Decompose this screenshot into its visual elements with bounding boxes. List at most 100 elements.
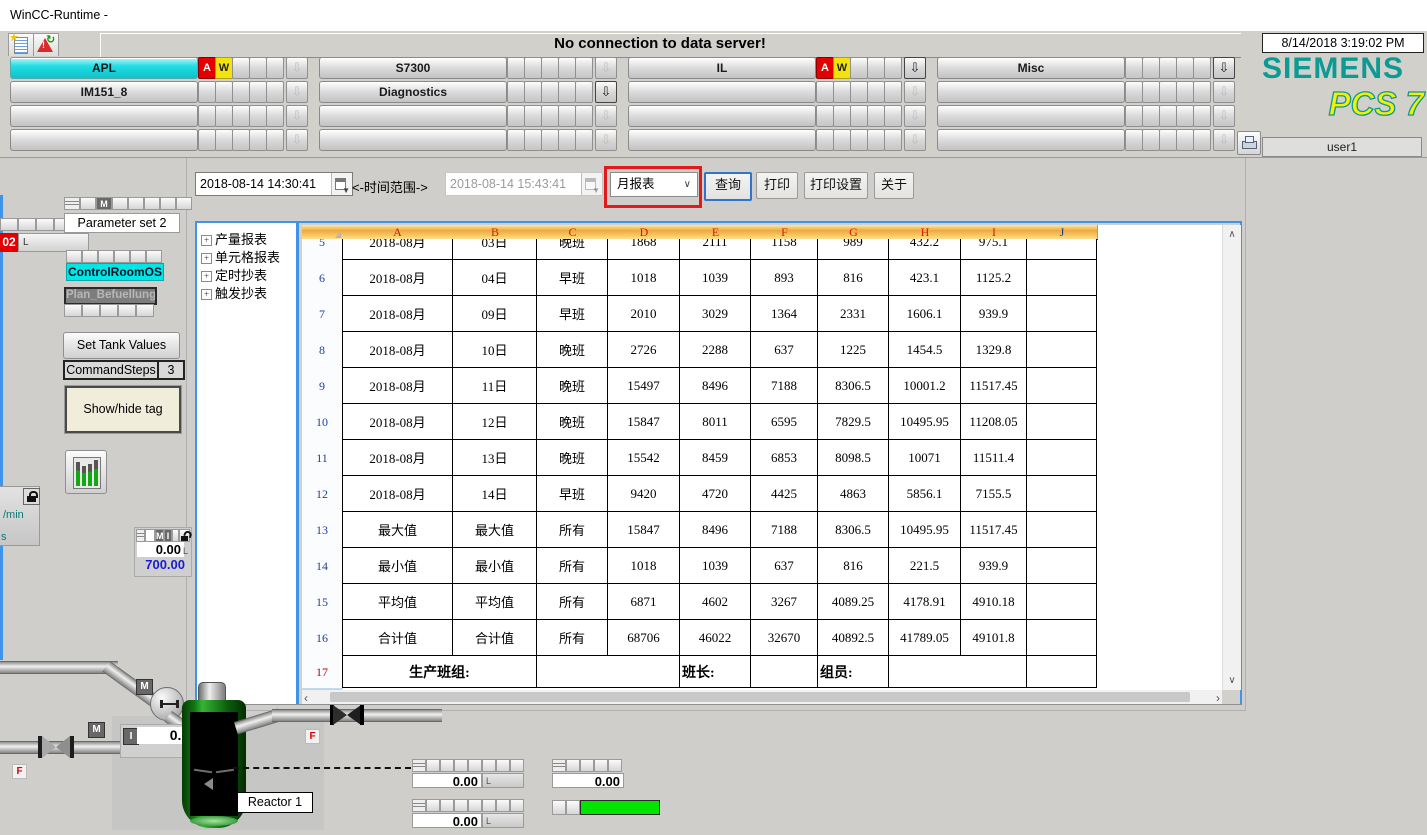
cell-D9[interactable]: 15497 bbox=[608, 368, 680, 404]
cell-F8[interactable]: 637 bbox=[751, 332, 818, 368]
cell-A10[interactable]: 2018-08月 bbox=[342, 404, 453, 440]
print-button[interactable]: 打印 bbox=[756, 172, 798, 199]
cell-C15[interactable]: 所有 bbox=[537, 584, 608, 620]
scroll-right-icon[interactable]: › bbox=[1216, 691, 1220, 705]
row-header-6[interactable]: 6 bbox=[302, 260, 343, 297]
group-button-empty-r2c3[interactable] bbox=[628, 81, 816, 103]
expand-plus-icon[interactable]: + bbox=[201, 253, 212, 264]
column-header-E[interactable]: E bbox=[680, 225, 752, 240]
cell-I9[interactable]: 11517.45 bbox=[961, 368, 1027, 404]
footer-cell-3[interactable]: 班长: bbox=[680, 656, 751, 688]
cell-J15[interactable] bbox=[1027, 584, 1097, 620]
group-expand-arrow[interactable]: ⇩ bbox=[904, 105, 926, 127]
cell-C13[interactable]: 所有 bbox=[537, 512, 608, 548]
cell-I14[interactable]: 939.9 bbox=[961, 548, 1027, 584]
cell-I16[interactable]: 49101.8 bbox=[961, 620, 1027, 656]
cell-B8[interactable]: 10日 bbox=[453, 332, 537, 368]
cell-J16[interactable] bbox=[1027, 620, 1097, 656]
parameter-set-label[interactable]: Parameter set 2 bbox=[64, 213, 180, 233]
cell-C5[interactable]: 晚班 bbox=[537, 239, 608, 260]
cell-H12[interactable]: 5856.1 bbox=[889, 476, 961, 512]
hscroll-thumb[interactable] bbox=[330, 692, 1190, 702]
show-hide-tag-button[interactable]: Show/hide tag bbox=[65, 386, 181, 433]
cell-B11[interactable]: 13日 bbox=[453, 440, 537, 476]
cell-H11[interactable]: 10071 bbox=[889, 440, 961, 476]
tree-item-1[interactable]: +产量报表 bbox=[201, 229, 267, 246]
expand-plus-icon[interactable]: + bbox=[201, 289, 212, 300]
cell-I6[interactable]: 1125.2 bbox=[961, 260, 1027, 296]
column-header-C[interactable]: C bbox=[537, 225, 609, 240]
set-tank-values-button[interactable]: Set Tank Values bbox=[63, 332, 180, 359]
row-header-17[interactable]: 17 bbox=[302, 656, 343, 689]
cell-E8[interactable]: 2288 bbox=[680, 332, 751, 368]
cell-C7[interactable]: 早班 bbox=[537, 296, 608, 332]
tree-item-4[interactable]: +触发抄表 bbox=[201, 283, 267, 300]
cell-D11[interactable]: 15542 bbox=[608, 440, 680, 476]
print-setup-button[interactable]: 打印设置 bbox=[804, 172, 868, 199]
cell-B15[interactable]: 平均值 bbox=[453, 584, 537, 620]
group-button-apl[interactable]: APL bbox=[10, 57, 198, 79]
tree-item-3[interactable]: +定时抄表 bbox=[201, 265, 267, 282]
cell-B16[interactable]: 合计值 bbox=[453, 620, 537, 656]
group-button-empty-r3c3[interactable] bbox=[628, 105, 816, 127]
cell-H15[interactable]: 4178.91 bbox=[889, 584, 961, 620]
cell-D14[interactable]: 1018 bbox=[608, 548, 680, 584]
footer-cell-7[interactable] bbox=[1027, 656, 1097, 688]
column-header-H[interactable]: H bbox=[889, 225, 962, 240]
cell-F10[interactable]: 6595 bbox=[751, 404, 818, 440]
cell-E10[interactable]: 8011 bbox=[680, 404, 751, 440]
row-header-9[interactable]: 9 bbox=[302, 368, 343, 405]
cell-H8[interactable]: 1454.5 bbox=[889, 332, 961, 368]
cell-A5[interactable]: 2018-08月 bbox=[342, 239, 453, 260]
cell-G7[interactable]: 2331 bbox=[818, 296, 889, 332]
cell-E15[interactable]: 4602 bbox=[680, 584, 751, 620]
cell-C9[interactable]: 晚班 bbox=[537, 368, 608, 404]
column-header-J[interactable]: J bbox=[1027, 225, 1098, 240]
select-all-corner[interactable]: ◢ bbox=[302, 225, 343, 240]
group-expand-arrow[interactable]: ⇩ bbox=[904, 129, 926, 151]
cell-H7[interactable]: 1606.1 bbox=[889, 296, 961, 332]
expand-plus-icon[interactable]: + bbox=[201, 271, 212, 282]
footer-cell-2[interactable] bbox=[537, 656, 680, 688]
group-button-empty-r3c1[interactable] bbox=[10, 105, 198, 127]
group-expand-arrow[interactable]: ⇩ bbox=[1213, 57, 1235, 79]
column-header-A[interactable]: A bbox=[342, 225, 454, 240]
column-header-D[interactable]: D bbox=[608, 225, 681, 240]
cell-E16[interactable]: 46022 bbox=[680, 620, 751, 656]
cell-H14[interactable]: 221.5 bbox=[889, 548, 961, 584]
cell-C14[interactable]: 所有 bbox=[537, 548, 608, 584]
group-expand-arrow[interactable]: ⇩ bbox=[286, 81, 308, 103]
cell-E9[interactable]: 8496 bbox=[680, 368, 751, 404]
cell-D8[interactable]: 2726 bbox=[608, 332, 680, 368]
group-expand-arrow[interactable]: ⇩ bbox=[904, 81, 926, 103]
scroll-down-icon[interactable]: ∨ bbox=[1223, 675, 1241, 686]
cell-I7[interactable]: 939.9 bbox=[961, 296, 1027, 332]
tree-item-2[interactable]: +单元格报表 bbox=[201, 247, 280, 264]
group-button-misc[interactable]: Misc bbox=[937, 57, 1125, 79]
cell-G9[interactable]: 8306.5 bbox=[818, 368, 889, 404]
report-tab[interactable]: ★ bbox=[8, 33, 34, 56]
cell-H9[interactable]: 10001.2 bbox=[889, 368, 961, 404]
group-expand-arrow[interactable]: ⇩ bbox=[595, 57, 617, 79]
cell-G12[interactable]: 4863 bbox=[818, 476, 889, 512]
group-expand-arrow[interactable]: ⇩ bbox=[286, 57, 308, 79]
group-expand-arrow[interactable]: ⇩ bbox=[904, 57, 926, 79]
group-expand-arrow[interactable]: ⇩ bbox=[1213, 105, 1235, 127]
cell-J13[interactable] bbox=[1027, 512, 1097, 548]
row-header-16[interactable]: 16 bbox=[302, 620, 343, 657]
cell-G13[interactable]: 8306.5 bbox=[818, 512, 889, 548]
cell-F6[interactable]: 893 bbox=[751, 260, 818, 296]
scroll-up-icon[interactable]: ∧ bbox=[1223, 229, 1241, 240]
cell-F15[interactable]: 3267 bbox=[751, 584, 818, 620]
cell-F11[interactable]: 6853 bbox=[751, 440, 818, 476]
scroll-left-icon[interactable]: ‹ bbox=[304, 691, 308, 705]
cell-H10[interactable]: 10495.95 bbox=[889, 404, 961, 440]
cell-J14[interactable] bbox=[1027, 548, 1097, 584]
cell-E11[interactable]: 8459 bbox=[680, 440, 751, 476]
cell-A6[interactable]: 2018-08月 bbox=[342, 260, 453, 296]
cell-E6[interactable]: 1039 bbox=[680, 260, 751, 296]
cell-H6[interactable]: 423.1 bbox=[889, 260, 961, 296]
cell-D7[interactable]: 2010 bbox=[608, 296, 680, 332]
cell-A13[interactable]: 最大值 bbox=[342, 512, 453, 548]
row-header-15[interactable]: 15 bbox=[302, 584, 343, 621]
